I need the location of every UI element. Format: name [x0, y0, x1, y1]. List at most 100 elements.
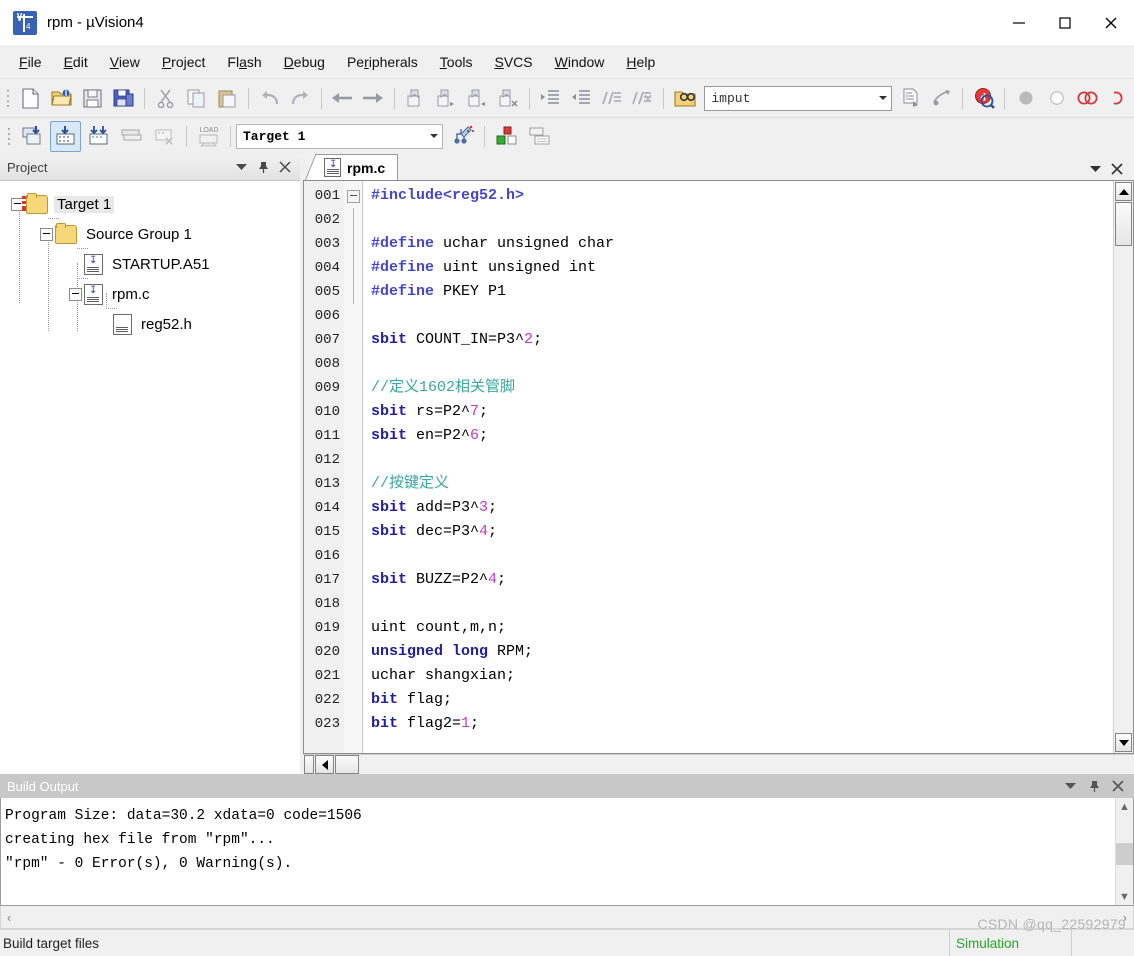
hscroll-left-pad[interactable]: [304, 755, 314, 774]
scroll-down-button[interactable]: ▼: [1116, 888, 1133, 905]
breakpoint-extra-button[interactable]: [1104, 83, 1133, 114]
save-button[interactable]: [78, 83, 107, 114]
browse-symbols-button[interactable]: [927, 83, 956, 114]
code-line[interactable]: sbit en=P2^6;: [371, 424, 1113, 448]
menu-project[interactable]: Project: [151, 50, 217, 74]
build-output-scrollbar[interactable]: ▲ ▼: [1115, 798, 1133, 905]
target-select[interactable]: Target 1: [236, 123, 443, 149]
code-line[interactable]: [371, 352, 1113, 376]
build-output-horizontal-scrollbar[interactable]: ‹ ›: [0, 906, 1134, 929]
scroll-up-button[interactable]: ▲: [1116, 798, 1133, 815]
find-in-files-button[interactable]: [670, 83, 699, 114]
editor-horizontal-scrollbar[interactable]: [303, 754, 1134, 774]
code-line[interactable]: sbit rs=P2^7;: [371, 400, 1113, 424]
tab-rpm-c[interactable]: ↧ rpm.c: [315, 154, 399, 180]
menu-debug[interactable]: Debug: [273, 50, 336, 74]
code-line[interactable]: sbit add=P3^3;: [371, 496, 1113, 520]
breakpoint-disable-button[interactable]: [1042, 83, 1071, 114]
toolbar-grip[interactable]: [4, 87, 12, 109]
scroll-track-bottom[interactable]: [1116, 865, 1133, 888]
close-icon[interactable]: [1106, 774, 1130, 798]
code-line[interactable]: unsigned long RPM;: [371, 640, 1113, 664]
navigate-forward-button[interactable]: [359, 83, 388, 114]
tree-item-target-1[interactable]: Target 1: [0, 189, 300, 219]
hscroll-thumb[interactable]: [335, 755, 359, 774]
hscroll-left-button[interactable]: [315, 755, 334, 774]
code-folding-margin[interactable]: [344, 181, 363, 753]
code-line[interactable]: uint count,m,n;: [371, 616, 1113, 640]
expander-source-group-1[interactable]: [37, 219, 55, 249]
cut-button[interactable]: [151, 83, 180, 114]
menu-peripherals[interactable]: Peripherals: [336, 50, 429, 74]
code-line[interactable]: bit flag;: [371, 688, 1113, 712]
fold-toggle[interactable]: [344, 184, 362, 208]
manage-multi-project-button[interactable]: [524, 121, 555, 152]
menu-flash[interactable]: Flash: [216, 50, 272, 74]
menu-help[interactable]: Help: [615, 50, 666, 74]
maximize-button[interactable]: [1042, 0, 1088, 45]
menu-window[interactable]: Window: [544, 50, 616, 74]
batch-build-button[interactable]: [116, 121, 147, 152]
stop-build-button[interactable]: [149, 121, 180, 152]
comment-button[interactable]: [598, 83, 627, 114]
code-line[interactable]: //定义1602相关管脚: [371, 376, 1113, 400]
new-file-button[interactable]: [16, 83, 45, 114]
menu-tools[interactable]: Tools: [429, 50, 484, 74]
code-line[interactable]: [371, 208, 1113, 232]
build-output-text[interactable]: Program Size: data=30.2 xdata=0 code=150…: [1, 798, 1115, 905]
insert-file-button[interactable]: [896, 83, 925, 114]
search-dropdown-arrow[interactable]: [874, 88, 891, 109]
redo-button[interactable]: [286, 83, 315, 114]
menu-file[interactable]: File: [8, 50, 53, 74]
code-line[interactable]: [371, 592, 1113, 616]
code-line[interactable]: sbit BUZZ=P2^4;: [371, 568, 1113, 592]
save-all-button[interactable]: [109, 83, 138, 114]
code-line[interactable]: [371, 544, 1113, 568]
scroll-thumb[interactable]: [1115, 202, 1132, 246]
undo-button[interactable]: [255, 83, 284, 114]
scroll-thumb[interactable]: [1116, 843, 1133, 865]
scroll-track-top[interactable]: [1116, 815, 1133, 843]
pin-icon[interactable]: [252, 156, 274, 178]
project-tree[interactable]: Target 1 Source Group 1 ↧ STARTUP.A51 ↧ …: [0, 181, 300, 774]
close-button[interactable]: [1088, 0, 1134, 45]
expander-rpm-c[interactable]: [66, 279, 84, 309]
code-line[interactable]: bit flag2=1;: [371, 712, 1113, 736]
code-line[interactable]: [371, 448, 1113, 472]
build-toolbar-grip[interactable]: [4, 125, 13, 147]
bookmark-toggle-button[interactable]: [401, 83, 430, 114]
code-line[interactable]: uchar shangxian;: [371, 664, 1113, 688]
tree-item-startup-a51[interactable]: ↧ STARTUP.A51: [0, 249, 300, 279]
tree-item-rpm-c[interactable]: ↧ rpm.c: [0, 279, 300, 309]
target-select-arrow[interactable]: [425, 126, 442, 147]
chevron-down-icon[interactable]: [230, 156, 252, 178]
menu-edit[interactable]: Edit: [53, 50, 99, 74]
manage-components-button[interactable]: [491, 121, 522, 152]
code-line[interactable]: //按键定义: [371, 472, 1113, 496]
scroll-track[interactable]: [1114, 246, 1133, 732]
build-target-button[interactable]: [50, 120, 81, 152]
navigate-back-button[interactable]: [328, 83, 357, 114]
pin-icon[interactable]: [1082, 774, 1106, 798]
code-line[interactable]: sbit COUNT_IN=P3^2;: [371, 328, 1113, 352]
chevron-down-icon[interactable]: [1058, 774, 1082, 798]
outdent-button[interactable]: [567, 83, 596, 114]
breakpoint-kill-all-button[interactable]: [1073, 83, 1102, 114]
copy-button[interactable]: [182, 83, 211, 114]
tree-item-reg52-h[interactable]: reg52.h: [0, 309, 300, 339]
bookmark-clear-button[interactable]: [494, 83, 523, 114]
close-icon[interactable]: [274, 156, 296, 178]
hscroll-left-arrow[interactable]: ‹: [7, 910, 11, 925]
target-options-button[interactable]: [447, 121, 478, 152]
close-icon[interactable]: [1106, 158, 1128, 180]
bookmark-next-button[interactable]: [432, 83, 461, 114]
download-button[interactable]: LOAD: [193, 121, 224, 152]
translate-file-button[interactable]: [17, 121, 48, 152]
indent-button[interactable]: [536, 83, 565, 114]
menu-svcs[interactable]: SVCS: [483, 50, 543, 74]
rebuild-all-button[interactable]: [83, 121, 114, 152]
tree-item-source-group-1[interactable]: Source Group 1: [0, 219, 300, 249]
search-input[interactable]: imput: [705, 91, 874, 106]
menu-view[interactable]: View: [99, 50, 151, 74]
code-area[interactable]: #include<reg52.h> #define uchar unsigned…: [363, 181, 1113, 753]
